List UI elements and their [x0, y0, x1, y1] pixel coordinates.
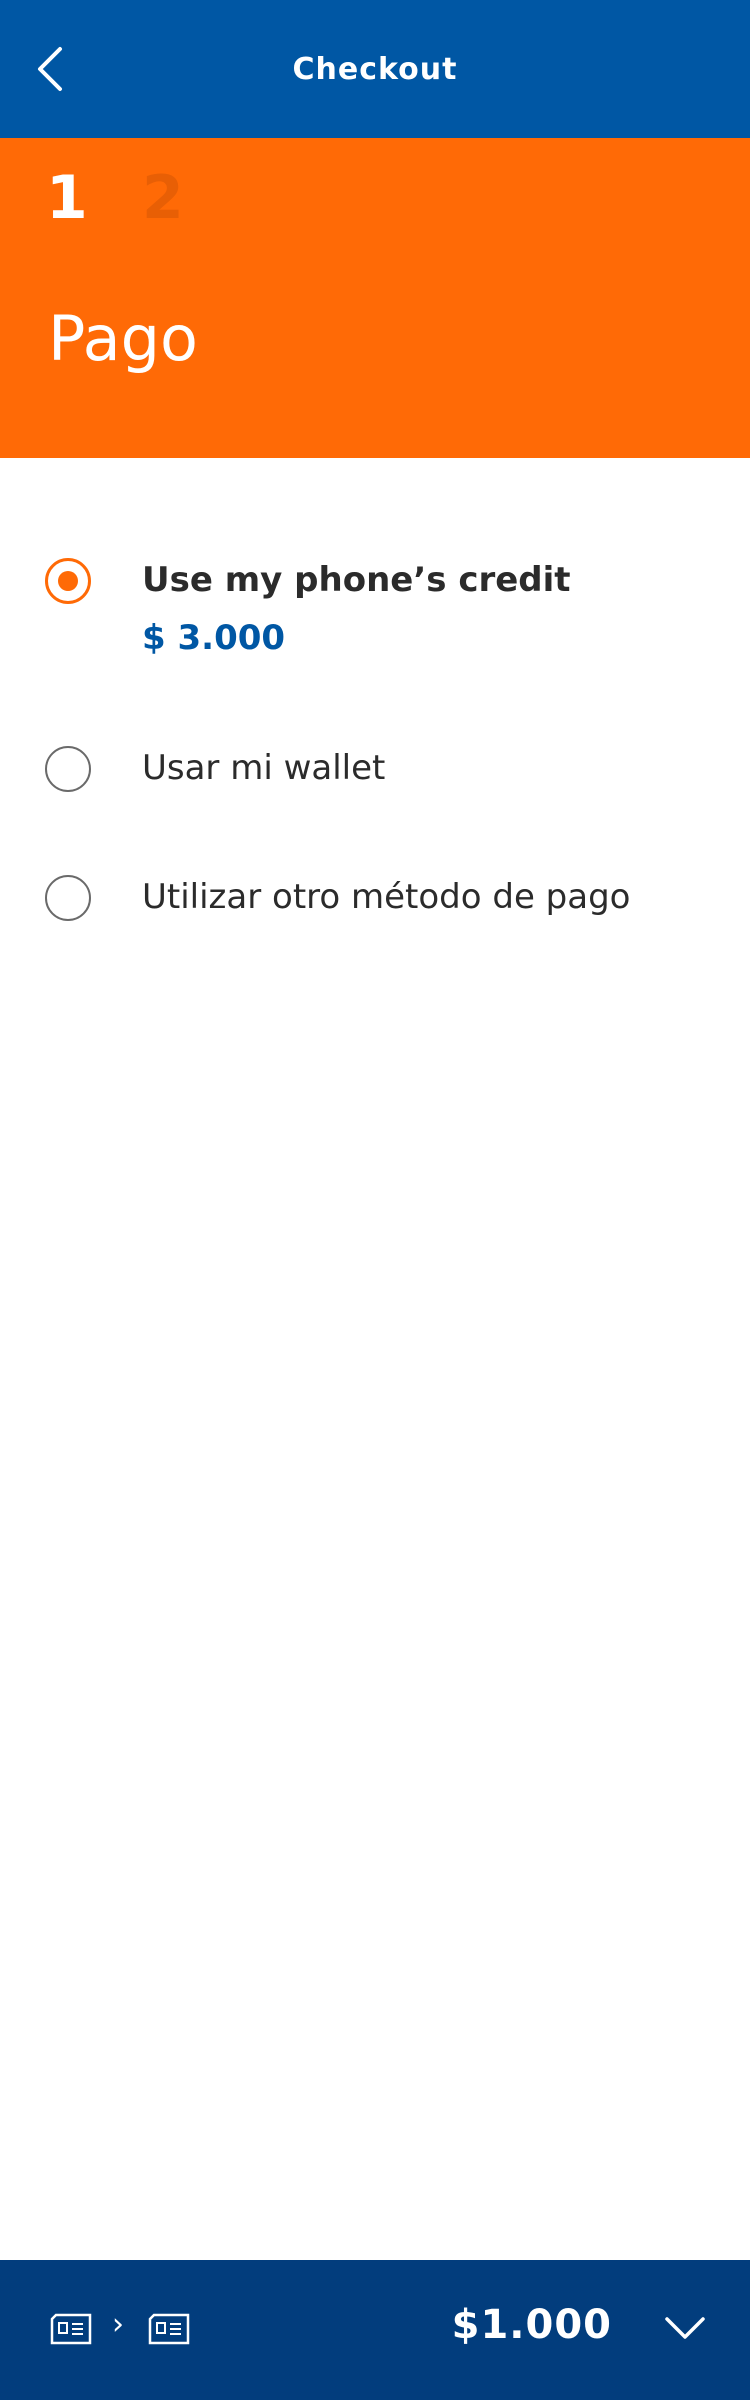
chevron-down-icon	[665, 2317, 705, 2339]
step-next: 2	[142, 163, 184, 233]
checkout-footer: › $1.000	[0, 2260, 750, 2400]
checkout-steps: 1 2 Pago	[0, 138, 750, 458]
payment-option-other[interactable]: Utilizar otro método de pago	[0, 875, 750, 985]
step-title: Pago	[48, 302, 198, 375]
chevron-left-icon	[38, 47, 62, 91]
option-label: Use my phone’s credit	[142, 560, 571, 600]
card-icon	[50, 2313, 92, 2345]
payment-option-wallet[interactable]: Usar mi wallet	[0, 746, 750, 856]
expand-summary-button[interactable]	[660, 2308, 710, 2348]
radio-selected[interactable]	[45, 558, 91, 604]
credit-amount: $ 3.000	[142, 618, 286, 658]
step-current: 1	[46, 163, 88, 233]
page-title: Checkout	[292, 51, 458, 87]
total-amount: $1.000	[451, 2302, 612, 2348]
option-label: Usar mi wallet	[142, 748, 386, 788]
app-header: Checkout	[0, 0, 750, 138]
chevron-right-icon: ›	[112, 2307, 124, 2342]
option-label: Utilizar otro método de pago	[142, 877, 631, 917]
payment-option-phone-credit[interactable]: Use my phone’s credit $ 3.000	[0, 558, 750, 668]
back-button[interactable]	[36, 34, 106, 104]
card-icon	[148, 2313, 190, 2345]
radio-unselected[interactable]	[45, 875, 91, 921]
radio-unselected[interactable]	[45, 746, 91, 792]
